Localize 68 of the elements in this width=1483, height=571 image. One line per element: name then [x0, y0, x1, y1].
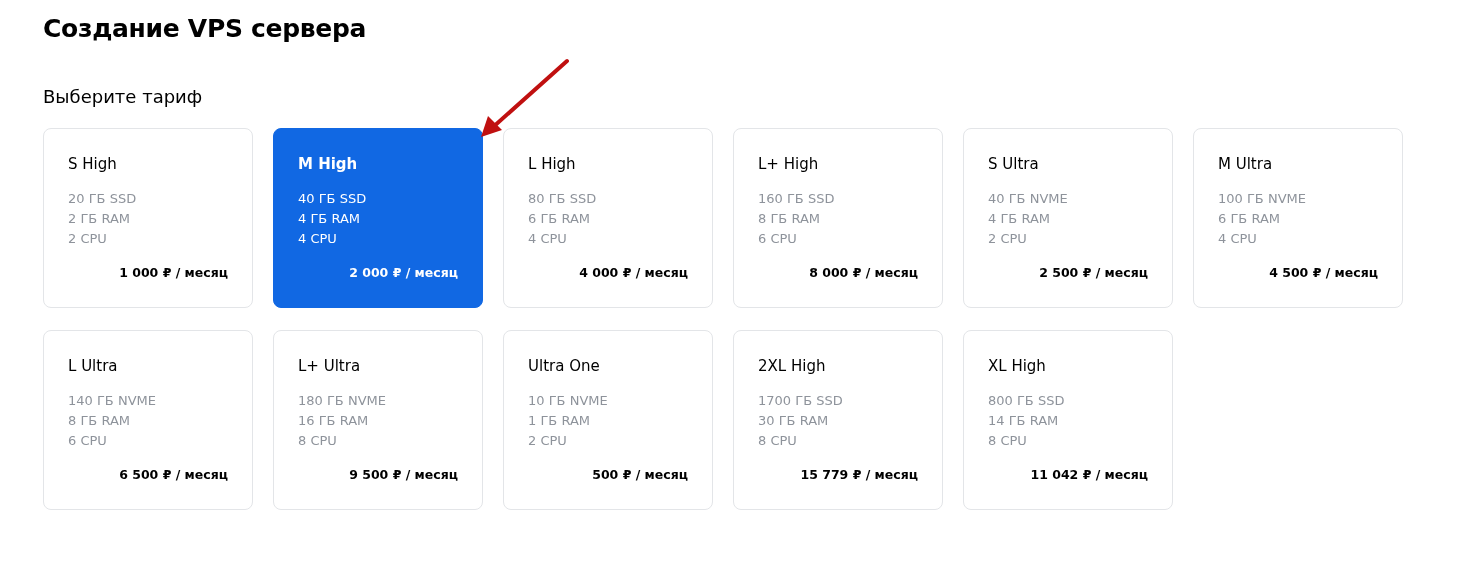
section-heading: Выберите тариф: [43, 86, 204, 108]
plan-spec: 10 ГБ NVME: [528, 392, 609, 411]
plan-card[interactable]: Ultra One 10 ГБ NVME 1 ГБ RAM 2 CPU 500 ₽ / месяц: [503, 329, 713, 510]
plan-spec: 160 ГБ SSD: [758, 190, 836, 209]
plan-price: 1 000 ₽ / месяц: [119, 263, 228, 282]
plan-card[interactable]: XL High 800 ГБ SSD 14 ГБ RAM 8 CPU 11 042 ₽ / месяц: [963, 329, 1173, 510]
plan-spec: 8 ГБ RAM: [68, 412, 131, 431]
plan-spec: 6 ГБ RAM: [1218, 210, 1281, 229]
plan-price: 8 000 ₽ / месяц: [809, 263, 918, 282]
plan-spec: 8 CPU: [758, 432, 798, 451]
plan-spec: 1700 ГБ SSD: [758, 392, 844, 411]
plan-spec: 30 ГБ RAM: [758, 412, 830, 431]
plan-name: S Ultra: [988, 153, 1040, 175]
plan-name: L+ Ultra: [298, 355, 362, 377]
plan-price: 6 500 ₽ / месяц: [119, 465, 228, 484]
plan-price: 9 500 ₽ / месяц: [349, 465, 458, 484]
plan-spec: 4 CPU: [528, 230, 568, 249]
plan-name: M Ultra: [1218, 153, 1274, 175]
plan-spec: 140 ГБ NVME: [68, 392, 157, 411]
plan-name: L+ High: [758, 153, 820, 175]
plan-name: S High: [68, 153, 118, 175]
plan-name: XL High: [988, 355, 1047, 377]
plan-card[interactable]: S High 20 ГБ SSD 2 ГБ RAM 2 CPU 1 000 ₽ / месяц: [43, 127, 253, 308]
plan-card[interactable]: S Ultra 40 ГБ NVME 4 ГБ RAM 2 CPU 2 500 ₽ / месяц: [963, 127, 1173, 308]
plan-spec: 2 CPU: [68, 230, 108, 249]
plan-spec: 8 CPU: [988, 432, 1028, 451]
plan-spec: 20 ГБ SSD: [68, 190, 138, 209]
plan-price: 2 000 ₽ / месяц: [349, 263, 458, 282]
plan-name: Ultra One: [528, 355, 601, 377]
plan-price: 4 000 ₽ / месяц: [579, 263, 688, 282]
plan-spec: 2 ГБ RAM: [68, 210, 131, 229]
plan-spec: 180 ГБ NVME: [298, 392, 387, 411]
plan-spec: 80 ГБ SSD: [528, 190, 598, 209]
plan-price: 11 042 ₽ / месяц: [1030, 465, 1148, 484]
plan-card[interactable]: L Ultra 140 ГБ NVME 8 ГБ RAM 6 CPU 6 500 ₽ / месяц: [43, 329, 253, 510]
plan-spec: 4 ГБ RAM: [988, 210, 1051, 229]
plan-spec: 16 ГБ RAM: [298, 412, 370, 431]
plan-spec: 8 ГБ RAM: [758, 210, 821, 229]
plan-price: 4 500 ₽ / месяц: [1269, 263, 1378, 282]
plan-spec: 6 CPU: [68, 432, 108, 451]
plan-spec: 8 CPU: [298, 432, 338, 451]
plan-spec: 2 CPU: [528, 432, 568, 451]
plan-name: L Ultra: [68, 355, 119, 377]
plan-card[interactable]: L+ High 160 ГБ SSD 8 ГБ RAM 6 CPU 8 000 ₽ / месяц: [733, 127, 943, 308]
plan-spec: 100 ГБ NVME: [1218, 190, 1307, 209]
plan-spec: 4 CPU: [298, 230, 338, 249]
plan-spec: 14 ГБ RAM: [988, 412, 1060, 431]
plan-price: 15 779 ₽ / месяц: [800, 465, 918, 484]
plan-spec: 2 CPU: [988, 230, 1028, 249]
plan-spec: 4 CPU: [1218, 230, 1258, 249]
plan-card[interactable]: 2XL High 1700 ГБ SSD 30 ГБ RAM 8 CPU 15 779 ₽ / месяц: [733, 329, 943, 510]
plan-name: L High: [528, 153, 577, 175]
plan-price: 500 ₽ / месяц: [592, 465, 688, 484]
plan-card[interactable]: M Ultra 100 ГБ NVME 6 ГБ RAM 4 CPU 4 500 ₽ / месяц: [1193, 127, 1403, 308]
plan-spec: 6 CPU: [758, 230, 798, 249]
plan-name: M High: [298, 153, 359, 175]
plan-card[interactable]: L+ Ultra 180 ГБ NVME 16 ГБ RAM 8 CPU 9 500 ₽ / месяц: [273, 329, 483, 510]
plan-card[interactable]: M High 40 ГБ SSD 4 ГБ RAM 4 CPU 2 000 ₽ / месяц: [273, 127, 483, 308]
plan-card[interactable]: L High 80 ГБ SSD 6 ГБ RAM 4 CPU 4 000 ₽ / месяц: [503, 127, 713, 308]
plan-spec: 800 ГБ SSD: [988, 392, 1066, 411]
plan-name: 2XL High: [758, 355, 827, 377]
page-title: Создание VPS сервера: [43, 14, 368, 44]
plan-spec: 4 ГБ RAM: [298, 210, 361, 229]
plan-spec: 40 ГБ NVME: [988, 190, 1069, 209]
plan-price: 2 500 ₽ / месяц: [1039, 263, 1148, 282]
plan-spec: 1 ГБ RAM: [528, 412, 591, 431]
plan-spec: 40 ГБ SSD: [298, 190, 368, 209]
plan-spec: 6 ГБ RAM: [528, 210, 591, 229]
